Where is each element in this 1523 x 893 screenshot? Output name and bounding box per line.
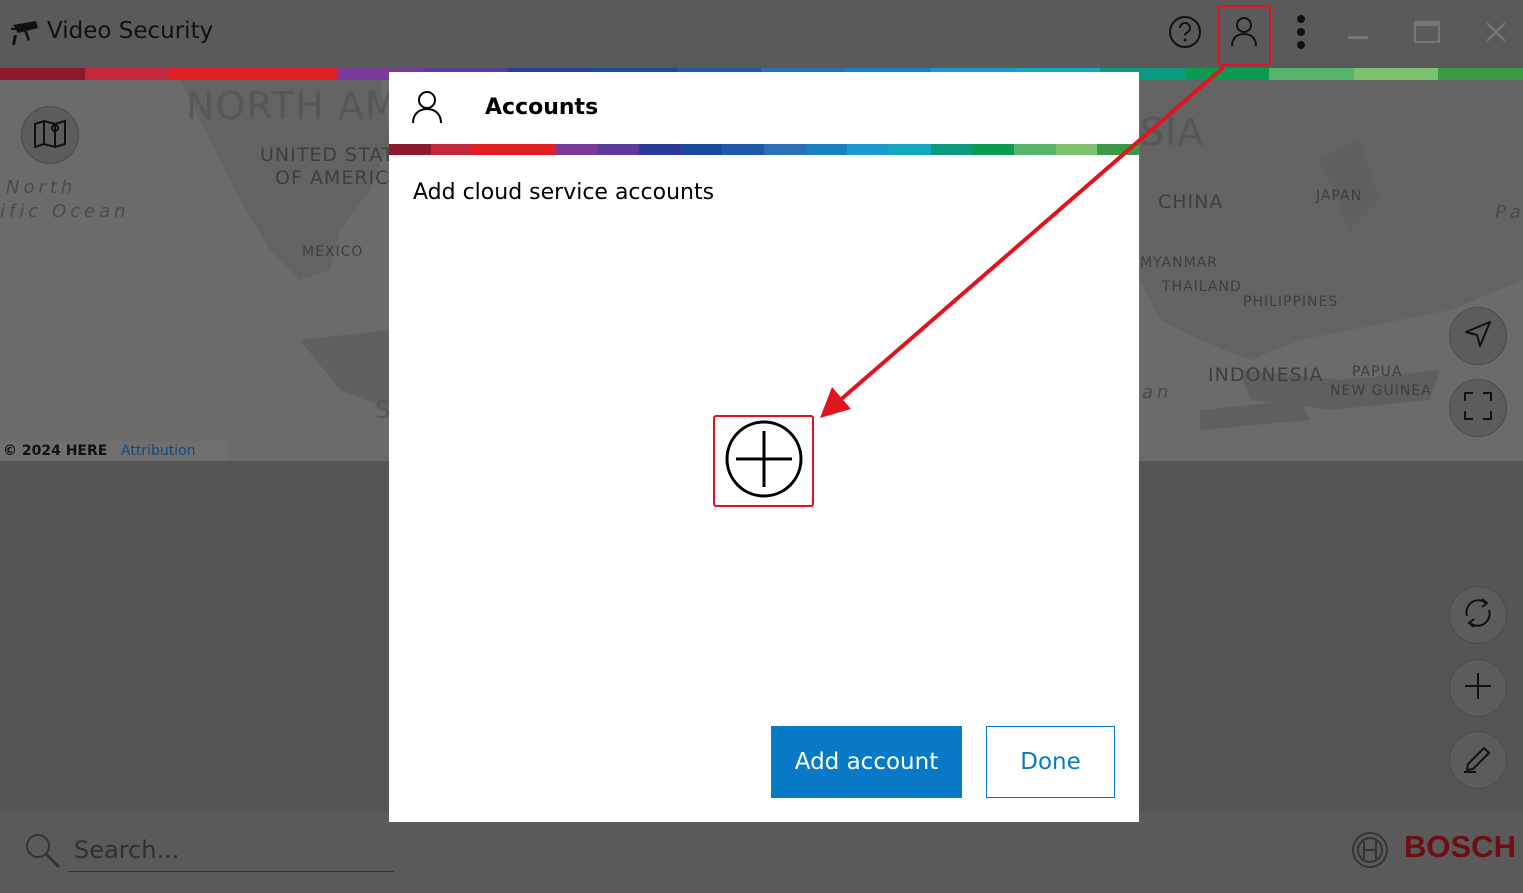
search-icon: [24, 832, 62, 874]
strip-segment: [1184, 68, 1270, 80]
strip-segment: [389, 144, 431, 155]
more-vertical-icon: [1296, 15, 1306, 53]
map-label: OF AMERICA: [275, 167, 404, 189]
brand-name: BOSCH: [1404, 829, 1516, 864]
map-label: SIA: [1140, 110, 1205, 154]
map-label: PAPUA: [1352, 364, 1403, 380]
user-button-highlight: [1218, 5, 1271, 66]
strip-segment: [84, 68, 170, 80]
more-options-button[interactable]: [1276, 8, 1326, 60]
dialog-subtitle: Add cloud service accounts: [413, 180, 715, 205]
map-attribution: © 2024 HERE Attribution: [0, 441, 228, 461]
user-account-icon: [411, 90, 443, 128]
search-input[interactable]: [72, 830, 396, 870]
strip-segment: [805, 144, 848, 155]
strip-segment: [1055, 144, 1098, 155]
strip-segment: [1014, 144, 1056, 155]
strip-segment: [680, 144, 723, 155]
strip-segment: [1269, 68, 1354, 80]
strip-segment: [1353, 68, 1439, 80]
refresh-icon: [1461, 596, 1495, 634]
done-button[interactable]: Done: [986, 726, 1115, 798]
close-icon: [1486, 22, 1506, 46]
dialog-color-strip: [389, 144, 1140, 155]
add-button[interactable]: [1449, 659, 1507, 717]
window-title: Video Security: [47, 18, 214, 44]
strip-segment: [847, 144, 890, 155]
search-underline: [68, 871, 394, 872]
accounts-dialog: Accounts Add cloud service accounts Add …: [389, 72, 1140, 822]
map-label: PHILIPPINES: [1243, 294, 1339, 310]
attribution-link[interactable]: Attribution: [121, 441, 196, 461]
add-cloud-account-button[interactable]: [713, 415, 814, 507]
bosch-logo-icon: [1351, 831, 1389, 873]
strip-segment: [472, 144, 515, 155]
map-label: MEXICO: [302, 244, 364, 260]
locate-icon: [1464, 320, 1492, 352]
map-label: THAILAND: [1162, 279, 1242, 295]
strip-segment: [555, 144, 598, 155]
dialog-title: Accounts: [485, 95, 599, 120]
map-layers-icon: [33, 118, 67, 152]
strip-segment: [930, 144, 973, 155]
map-label: MYANMAR: [1140, 255, 1218, 271]
strip-segment: [889, 144, 931, 155]
strip-segment: [722, 144, 765, 155]
maximize-button[interactable]: [1402, 8, 1452, 60]
strip-segment: [514, 144, 556, 155]
security-camera-icon: [10, 19, 42, 49]
fullscreen-button[interactable]: [1449, 379, 1507, 437]
strip-segment: [1097, 144, 1140, 155]
map-copyright: © 2024 HERE: [3, 443, 108, 459]
strip-segment: [764, 144, 806, 155]
map-label: JAPAN: [1316, 188, 1363, 204]
help-button[interactable]: [1160, 8, 1210, 60]
strip-segment: [253, 68, 339, 80]
title-bar: Video Security: [0, 0, 1523, 68]
strip-segment: [0, 68, 85, 80]
refresh-button[interactable]: [1449, 586, 1507, 644]
map-label: an: [1142, 382, 1173, 403]
strip-segment: [1438, 68, 1523, 80]
strip-segment: [597, 144, 640, 155]
map-label: NORTH AM: [186, 84, 399, 128]
maximize-icon: [1414, 21, 1440, 47]
strip-segment: [639, 144, 681, 155]
map-label: North: [6, 177, 77, 198]
map-layers-button[interactable]: [21, 106, 79, 164]
edit-icon: [1462, 742, 1494, 778]
minimize-button[interactable]: [1333, 8, 1383, 60]
add-circle-icon: [724, 419, 804, 503]
map-label: CHINA: [1158, 191, 1224, 213]
strip-segment: [972, 144, 1015, 155]
map-label: INDONESIA: [1208, 364, 1324, 386]
strip-segment: [430, 144, 473, 155]
close-button[interactable]: [1471, 8, 1521, 60]
fullscreen-icon: [1464, 392, 1492, 424]
map-label: Pa: [1495, 202, 1523, 223]
strip-segment: [169, 68, 254, 80]
add-icon: [1464, 672, 1492, 704]
locate-button[interactable]: [1449, 307, 1507, 365]
edit-button[interactable]: [1449, 731, 1507, 789]
map-label: ific Ocean: [0, 201, 130, 222]
add-account-button[interactable]: Add account: [771, 726, 962, 798]
minimize-icon: [1348, 25, 1368, 44]
map-label: NEW GUINEA: [1330, 383, 1432, 399]
help-icon: [1168, 15, 1202, 53]
